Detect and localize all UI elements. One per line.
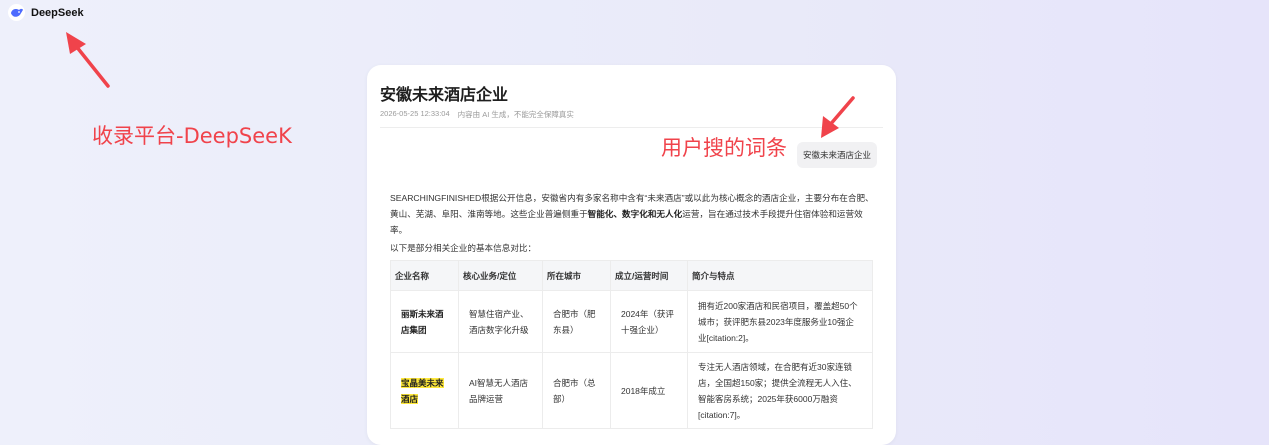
column-header: 企业名称 [390,260,459,291]
company-name-cell: 宝晶美未来酒店 [390,352,459,429]
ai-disclaimer: 内容由 AI 生成，不能完全保障真实 [457,110,574,119]
timestamp: 2026-05-25 12:33:04 [380,109,450,118]
table-header-row: 企业名称 核心业务/定位 所在城市 成立/运营时间 简介与特点 [390,260,873,291]
card-meta: 2026-05-25 12:33:04 内容由 AI 生成，不能完全保障真实 [380,109,574,120]
deepseek-whale-icon[interactable] [8,4,25,21]
annotation-keyword-label: 用户搜的词条 [661,136,787,160]
divider [380,127,883,128]
business-cell: AI智慧无人酒店品牌运营 [458,352,543,429]
business-cell: 智慧住宿产业、酒店数字化升级 [458,290,543,353]
time-cell: 2024年（获评十强企业） [610,290,688,353]
time-cell: 2018年成立 [610,352,688,429]
annotation-platform-label: 收录平台-DeepSeeK [92,124,292,148]
table-row: 宝晶美未来酒店 AI智慧无人酒店品牌运营 合肥市（总部） 2018年成立 专注无… [390,352,873,429]
column-header: 简介与特点 [687,260,873,291]
table-lead: 以下是部分相关企业的基本信息对比： [390,243,537,253]
comparison-table: 企业名称 核心业务/定位 所在城市 成立/运营时间 简介与特点 丽斯未来酒店集团… [390,260,873,429]
column-header: 成立/运营时间 [610,260,688,291]
intro-cell: 拥有近200家酒店和民宿项目，覆盖超50个城市；获评肥东县2023年度服务业10… [687,290,873,353]
page-title: 安徽未来酒店企业 [380,87,509,104]
city-cell: 合肥市（肥东县） [542,290,611,353]
annotation-arrow-platform [66,32,110,88]
intro-cell: 专注无人酒店领域，在合肥有近30家连锁店，全国超150家；提供全流程无人入住、智… [687,352,873,429]
company-name-cell: 丽斯未来酒店集团 [390,290,459,353]
intro-bold-text: 智能化、数字化和无人化 [587,209,683,219]
column-header: 核心业务/定位 [458,260,543,291]
user-query-bubble: 安徽未来酒店企业 [797,142,878,168]
app-header: DeepSeek [8,4,84,21]
annotation-arrow-keyword [821,96,855,138]
table-row: 丽斯未来酒店集团 智慧住宿产业、酒店数字化升级 合肥市（肥东县） 2024年（获… [390,290,873,353]
brand-name[interactable]: DeepSeek [31,7,84,19]
column-header: 所在城市 [542,260,611,291]
answer-content: SEARCHINGFINISHED根据公开信息，安徽省内有多家名称中含有“未来酒… [390,190,875,429]
city-cell: 合肥市（总部） [542,352,611,429]
highlighted-company-name: 宝晶美未来酒店 [401,377,444,404]
intro-paragraph: SEARCHINGFINISHED根据公开信息，安徽省内有多家名称中含有“未来酒… [390,190,875,238]
